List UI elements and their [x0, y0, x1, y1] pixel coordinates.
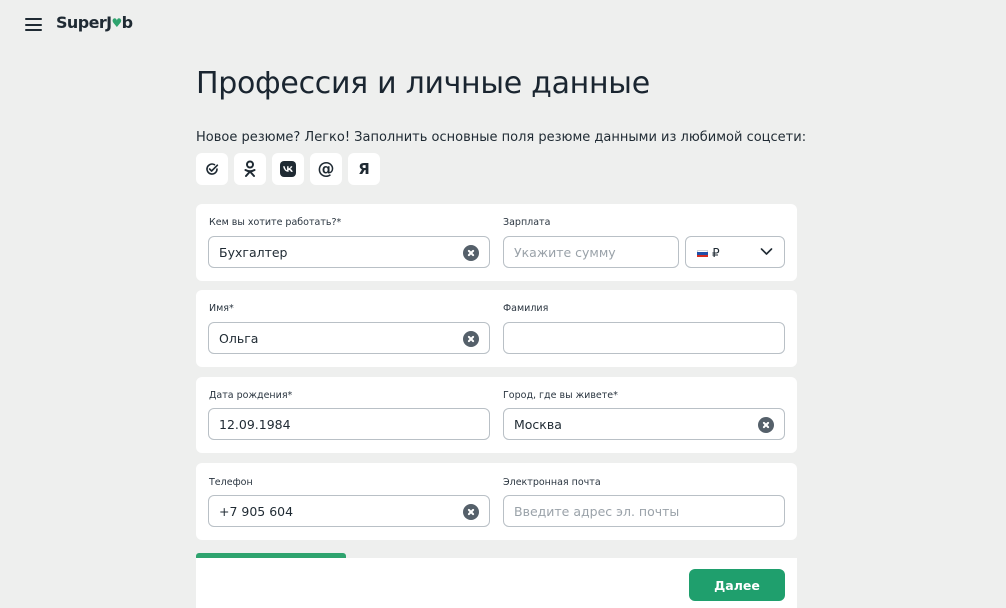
email-label: Электронная почта	[503, 477, 601, 488]
russia-flag-icon	[697, 250, 708, 257]
first-name-label: Имя*	[209, 303, 234, 314]
odnoklassniki-icon[interactable]	[234, 153, 266, 185]
profession-card: Кем вы хотите работать?* Бухгалтер Зарпл…	[196, 204, 797, 281]
salary-label: Зарплата	[503, 217, 551, 228]
menu-icon[interactable]	[25, 18, 42, 31]
check-circle-icon[interactable]	[196, 153, 228, 185]
salary-placeholder: Укажите сумму	[514, 245, 616, 260]
vk-icon[interactable]	[272, 153, 304, 185]
last-name-input[interactable]	[503, 322, 785, 354]
currency-symbol: ₽	[712, 246, 720, 260]
clear-icon[interactable]	[463, 245, 479, 261]
email-placeholder: Введите адрес эл. почты	[514, 504, 680, 519]
clear-icon[interactable]	[463, 504, 479, 520]
page-title: Профессия и личные данные	[196, 66, 650, 101]
salary-input[interactable]: Укажите сумму	[503, 236, 679, 268]
yandex-icon[interactable]: Я	[348, 153, 380, 185]
phone-input[interactable]: +7 905 604	[208, 495, 490, 527]
profession-value: Бухгалтер	[219, 245, 288, 260]
birth-date-input[interactable]: 12.09.1984	[208, 408, 490, 440]
superjob-logo[interactable]: SuperJ♥b	[56, 13, 133, 32]
email-input[interactable]: Введите адрес эл. почты	[503, 495, 785, 527]
clear-icon[interactable]	[463, 331, 479, 347]
social-import-text: Новое резюме? Легко! Заполнить основные …	[196, 130, 807, 145]
next-button[interactable]: Далее	[689, 569, 785, 601]
birth-date-label: Дата рождения*	[209, 390, 293, 401]
actions-card: Далее	[196, 558, 797, 608]
mail-at-icon[interactable]: @	[310, 153, 342, 185]
top-bar: SuperJ♥b	[0, 0, 1006, 48]
city-value: Москва	[514, 417, 562, 432]
city-label: Город, где вы живете*	[503, 390, 618, 401]
profession-label: Кем вы хотите работать?*	[209, 217, 342, 228]
chevron-down-icon	[760, 248, 773, 255]
first-name-input[interactable]: Ольга	[208, 322, 490, 354]
city-input[interactable]: Москва	[503, 408, 785, 440]
first-name-value: Ольга	[219, 331, 259, 346]
contacts-card: Телефон +7 905 604 Электронная почта Вве…	[196, 463, 797, 540]
name-card: Имя* Ольга Фамилия	[196, 290, 797, 367]
birth-date-value: 12.09.1984	[219, 417, 291, 432]
phone-value: +7 905 604	[219, 504, 294, 519]
phone-label: Телефон	[209, 477, 253, 488]
birth-city-card: Дата рождения* 12.09.1984 Город, где вы …	[196, 377, 797, 453]
last-name-label: Фамилия	[503, 303, 549, 314]
clear-icon[interactable]	[758, 417, 774, 433]
profession-input[interactable]: Бухгалтер	[208, 236, 490, 268]
currency-select[interactable]: ₽	[685, 236, 785, 268]
